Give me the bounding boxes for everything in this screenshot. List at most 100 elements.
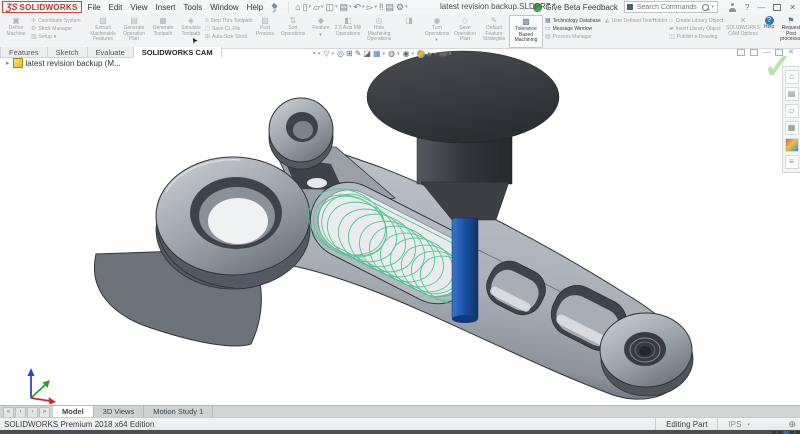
new-file-icon[interactable]: ▯ bbox=[303, 2, 308, 13]
ribbon-publish-edrawing[interactable]: ◫Publish e-Drawing bbox=[669, 34, 723, 40]
expand-arrow-icon[interactable]: ▸ bbox=[6, 59, 10, 67]
menu-window[interactable]: Window bbox=[206, 3, 242, 12]
chevron-down-icon[interactable]: ▾ bbox=[405, 4, 408, 10]
ribbon-stock-manager[interactable]: ⚙Stock Manager bbox=[31, 26, 85, 32]
tab-scroll-last-icon[interactable]: » bbox=[39, 407, 50, 418]
selection-filter-icon[interactable]: ▽ bbox=[323, 49, 329, 58]
globe-icon[interactable]: ⊕ bbox=[788, 419, 796, 430]
tab-features[interactable]: Features bbox=[0, 47, 48, 58]
view-selector-icon[interactable]: ◔ bbox=[311, 49, 316, 58]
view-palette-icon[interactable]: ▦ bbox=[785, 121, 799, 135]
ribbon-user-defined-tool-holder[interactable]: ◭User Defined Tool/Holder bbox=[605, 18, 667, 24]
measure-icon[interactable]: ✎ bbox=[355, 49, 362, 58]
home-icon[interactable]: ⌂ bbox=[295, 2, 300, 12]
menu-edit[interactable]: Edit bbox=[105, 3, 127, 12]
print-icon[interactable]: ▤ bbox=[340, 2, 349, 13]
tab-scroll-first-icon[interactable]: « bbox=[3, 407, 14, 418]
display-style-icon[interactable]: ◍ bbox=[388, 49, 395, 58]
options-gear-icon[interactable]: ⚙ bbox=[396, 2, 404, 13]
custom-properties-icon[interactable]: ≡ bbox=[785, 155, 799, 169]
doc-minimize-icon[interactable]: — bbox=[763, 49, 770, 56]
tab-scroll-prev-icon[interactable]: ‹ bbox=[15, 407, 26, 418]
ribbon-feature[interactable]: ◆Feature▾ bbox=[309, 15, 333, 48]
ribbon-turn-operations[interactable]: ◉Turn Operations▾ bbox=[423, 15, 451, 48]
appearances-scenes-icon[interactable] bbox=[785, 138, 799, 152]
zoom-to-fit-icon[interactable]: ◎ bbox=[337, 49, 344, 58]
chevron-down-icon[interactable]: ▾ bbox=[309, 4, 312, 10]
doc-restore-icon[interactable] bbox=[775, 49, 783, 56]
ribbon-25-axis-mill[interactable]: ◧2.5 Axis Mill Operations bbox=[333, 15, 363, 48]
view-orientation-icon[interactable]: ▦ bbox=[373, 49, 381, 58]
ribbon-hole-machining[interactable]: ◎Hole Machining Operations bbox=[363, 15, 395, 48]
hide-show-items-icon[interactable]: ◉ bbox=[403, 49, 410, 58]
graphics-viewport[interactable]: ◔▾ ▽▾ ◎ ⊞ ✎ ◪ ▦▾ ◍▾ ◉▾ ◐▾ ▭▾ ▸ latest re… bbox=[0, 0, 800, 434]
menu-tools[interactable]: Tools bbox=[180, 3, 207, 12]
ribbon-tolerance-based-machining[interactable]: ▩Tolerance Based Machining bbox=[509, 15, 543, 48]
ribbon-message-window[interactable]: ▭Message Window bbox=[545, 26, 603, 32]
menu-view[interactable]: View bbox=[126, 3, 151, 12]
tab-evaluate[interactable]: Evaluate bbox=[87, 47, 134, 58]
tab-sketch[interactable]: Sketch bbox=[47, 47, 88, 58]
apply-scene-icon[interactable]: ◐ bbox=[427, 49, 432, 58]
ribbon-help[interactable]: ?Help bbox=[761, 15, 777, 48]
file-explorer-icon[interactable]: ▱ bbox=[785, 104, 799, 118]
ribbon-coordinate-system[interactable]: ✛Coordinate System bbox=[31, 18, 85, 24]
chevron-down-icon[interactable]: ▾ bbox=[383, 51, 386, 57]
ribbon-generate-toolpath[interactable]: ▦Generate Toolpath bbox=[149, 15, 177, 48]
save-icon[interactable]: ◫ bbox=[325, 2, 334, 13]
rebuild-icon[interactable]: ‼ bbox=[379, 2, 384, 12]
chevron-down-icon[interactable]: ▾ bbox=[397, 51, 400, 57]
feature-tree-root[interactable]: ▸ latest revision backup (M... bbox=[6, 58, 121, 68]
chevron-down-icon[interactable]: ▾ bbox=[335, 4, 338, 10]
doc-window-icon[interactable] bbox=[737, 49, 745, 56]
solidworks-resources-icon[interactable]: ⌂ bbox=[785, 70, 799, 84]
chevron-down-icon[interactable]: ▾ bbox=[449, 51, 452, 57]
ribbon-setup[interactable]: ▥Setup▾ bbox=[31, 34, 85, 40]
ribbon-3-axis-mill[interactable]: ◨ bbox=[395, 15, 423, 48]
chevron-down-icon[interactable]: ▾ bbox=[321, 4, 324, 10]
zoom-to-area-icon[interactable]: ⊞ bbox=[346, 49, 353, 58]
design-library-icon[interactable]: ▤ bbox=[785, 87, 799, 101]
search-input[interactable] bbox=[635, 3, 700, 12]
chevron-down-icon[interactable]: ▾ bbox=[332, 51, 335, 57]
ribbon-post-process[interactable]: ▨Post Process bbox=[253, 15, 277, 48]
chevron-down-icon[interactable]: ▾ bbox=[349, 4, 352, 10]
menu-help[interactable]: Help bbox=[243, 3, 267, 12]
menu-insert[interactable]: Insert bbox=[152, 3, 180, 12]
chevron-down-icon[interactable]: ▾ bbox=[412, 51, 415, 57]
undo-icon[interactable]: ↶ bbox=[354, 2, 362, 13]
close-icon[interactable]: ✕ bbox=[789, 3, 796, 12]
ribbon-step-thru-toolpath[interactable]: ≡Step Thru Toolpath bbox=[205, 18, 253, 24]
ribbon-save-cl-file[interactable]: ◻Save CL File bbox=[205, 26, 253, 32]
tab-solidworks-cam[interactable]: SOLIDWORKS CAM bbox=[133, 47, 222, 58]
help-icon[interactable]: ? bbox=[745, 3, 749, 12]
search-commands-box[interactable]: ▾ bbox=[624, 1, 718, 13]
chevron-down-icon[interactable]: ▾ bbox=[711, 4, 714, 10]
chevron-down-icon[interactable]: ▾ bbox=[434, 51, 437, 57]
user-account-icon[interactable] bbox=[728, 3, 737, 12]
ribbon-sort-operations[interactable]: ⇅Sort Operations bbox=[279, 15, 307, 48]
ribbon-technology-database[interactable]: ▦Technology Database bbox=[545, 18, 603, 24]
ribbon-auto-size-stock[interactable]: ⊞Auto-Size Stock bbox=[205, 34, 253, 40]
ribbon-define-machine[interactable]: ▣Define Machine bbox=[1, 15, 31, 48]
select-icon[interactable]: ▻ bbox=[367, 2, 374, 13]
menu-file[interactable]: File bbox=[84, 3, 105, 12]
doc-window-icon[interactable] bbox=[750, 49, 758, 56]
edit-appearance-icon[interactable] bbox=[417, 50, 425, 58]
section-view-icon[interactable]: ◪ bbox=[363, 49, 371, 58]
chevron-down-icon[interactable]: ▾ bbox=[362, 4, 365, 10]
ribbon-default-feature-strategies[interactable]: ✎Default Feature Strategies bbox=[479, 15, 509, 48]
restore-icon[interactable] bbox=[773, 4, 781, 11]
ribbon-create-library-object[interactable]: ▱Create Library Object bbox=[669, 18, 723, 24]
ribbon-process-manager[interactable]: ▤Process Manager bbox=[545, 34, 603, 40]
search-icon[interactable] bbox=[702, 4, 709, 11]
feature-tree-root-label[interactable]: latest revision backup (M... bbox=[26, 59, 121, 68]
view-settings-icon[interactable]: ▭ bbox=[439, 49, 447, 58]
chevron-down-icon[interactable]: ▾ bbox=[318, 51, 321, 57]
ribbon-request-postprocessor[interactable]: ⚑Request Post processor bbox=[777, 15, 800, 48]
ribbon-insert-library-object[interactable]: ▰Insert Library Object bbox=[669, 26, 723, 32]
file-properties-icon[interactable]: ▤ bbox=[386, 2, 395, 13]
pin-menu-icon[interactable] bbox=[270, 2, 279, 13]
open-file-icon[interactable]: ▱ bbox=[313, 2, 320, 13]
chevron-down-icon[interactable]: ▾ bbox=[375, 4, 378, 10]
